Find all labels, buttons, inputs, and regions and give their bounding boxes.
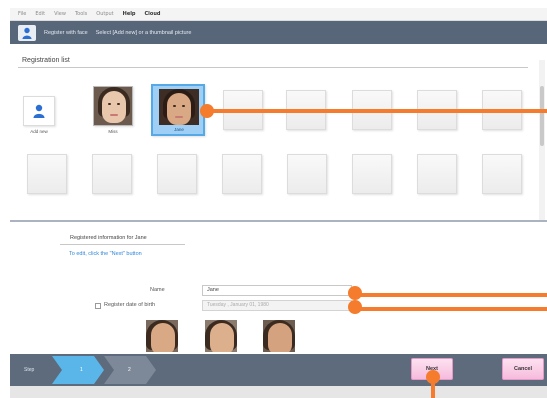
- step-label: Step: [24, 367, 35, 373]
- step-2-number: 2: [128, 367, 131, 373]
- face-thumbnail: [263, 320, 295, 352]
- menu-bar: File Edit View Tools Output Help Cloud: [10, 8, 547, 21]
- page-instruction: Select [Add new] or a thumbnail picture: [95, 29, 192, 36]
- bottom-strip: [10, 386, 547, 398]
- callout-dot: [348, 286, 362, 300]
- menu-file[interactable]: File: [18, 11, 26, 17]
- callout-line: [206, 109, 547, 113]
- cancel-button[interactable]: Cancel: [502, 358, 544, 380]
- callout-dot: [348, 300, 362, 314]
- dob-checkbox[interactable]: [95, 303, 101, 309]
- add-new-button[interactable]: [23, 96, 55, 126]
- face-thumbnail: [205, 320, 237, 352]
- empty-slot[interactable]: [222, 154, 262, 194]
- dob-label: Register date of birth: [104, 302, 156, 308]
- menu-tools[interactable]: Tools: [75, 11, 87, 17]
- menu-edit[interactable]: Edit: [35, 11, 45, 17]
- dob-field[interactable]: Tuesday , January 01, 1980: [202, 300, 352, 311]
- callout-dot: [426, 370, 440, 384]
- step-1-indicator: [52, 356, 104, 384]
- empty-slot[interactable]: [287, 154, 327, 194]
- add-new-label: Add new: [30, 129, 48, 134]
- empty-slot[interactable]: [352, 154, 392, 194]
- thumbnail-miss[interactable]: [93, 86, 133, 126]
- face-thumbnail: [146, 320, 178, 352]
- divider: [18, 67, 528, 68]
- callout-line: [354, 293, 547, 297]
- divider: [60, 244, 185, 245]
- empty-slot[interactable]: [417, 154, 457, 194]
- scrollbar-thumb[interactable]: [540, 86, 544, 146]
- menu-output[interactable]: Output: [96, 11, 113, 17]
- step-1-number: 1: [80, 367, 83, 373]
- menu-view[interactable]: View: [54, 11, 66, 17]
- name-label: Name: [150, 287, 165, 293]
- callout-dot: [200, 104, 214, 118]
- empty-slot[interactable]: [92, 154, 132, 194]
- thumbnail-jane-selected[interactable]: Jane: [151, 84, 205, 136]
- registration-list-label: Registration list: [22, 57, 70, 64]
- page-title: Register with face: [44, 29, 88, 36]
- menu-cloud[interactable]: Cloud: [145, 11, 161, 17]
- thumbnail-miss-label: Miss: [108, 129, 118, 134]
- empty-slot[interactable]: [157, 154, 197, 194]
- empty-slot[interactable]: [27, 154, 67, 194]
- info-hint: To edit, click the "Next" button: [69, 251, 142, 257]
- title-bar: Register with face Select [Add new] or a…: [10, 21, 547, 44]
- thumbnail-jane-label: Jane: [174, 127, 184, 132]
- add-person-icon: [33, 104, 45, 118]
- callout-line: [354, 307, 547, 311]
- name-field[interactable]: Jane: [202, 285, 352, 296]
- registration-panel: [10, 44, 547, 222]
- person-icon: [18, 24, 36, 41]
- info-title: Registered information for Jane: [70, 235, 147, 241]
- empty-slot[interactable]: [482, 154, 522, 194]
- menu-help[interactable]: Help: [123, 11, 136, 17]
